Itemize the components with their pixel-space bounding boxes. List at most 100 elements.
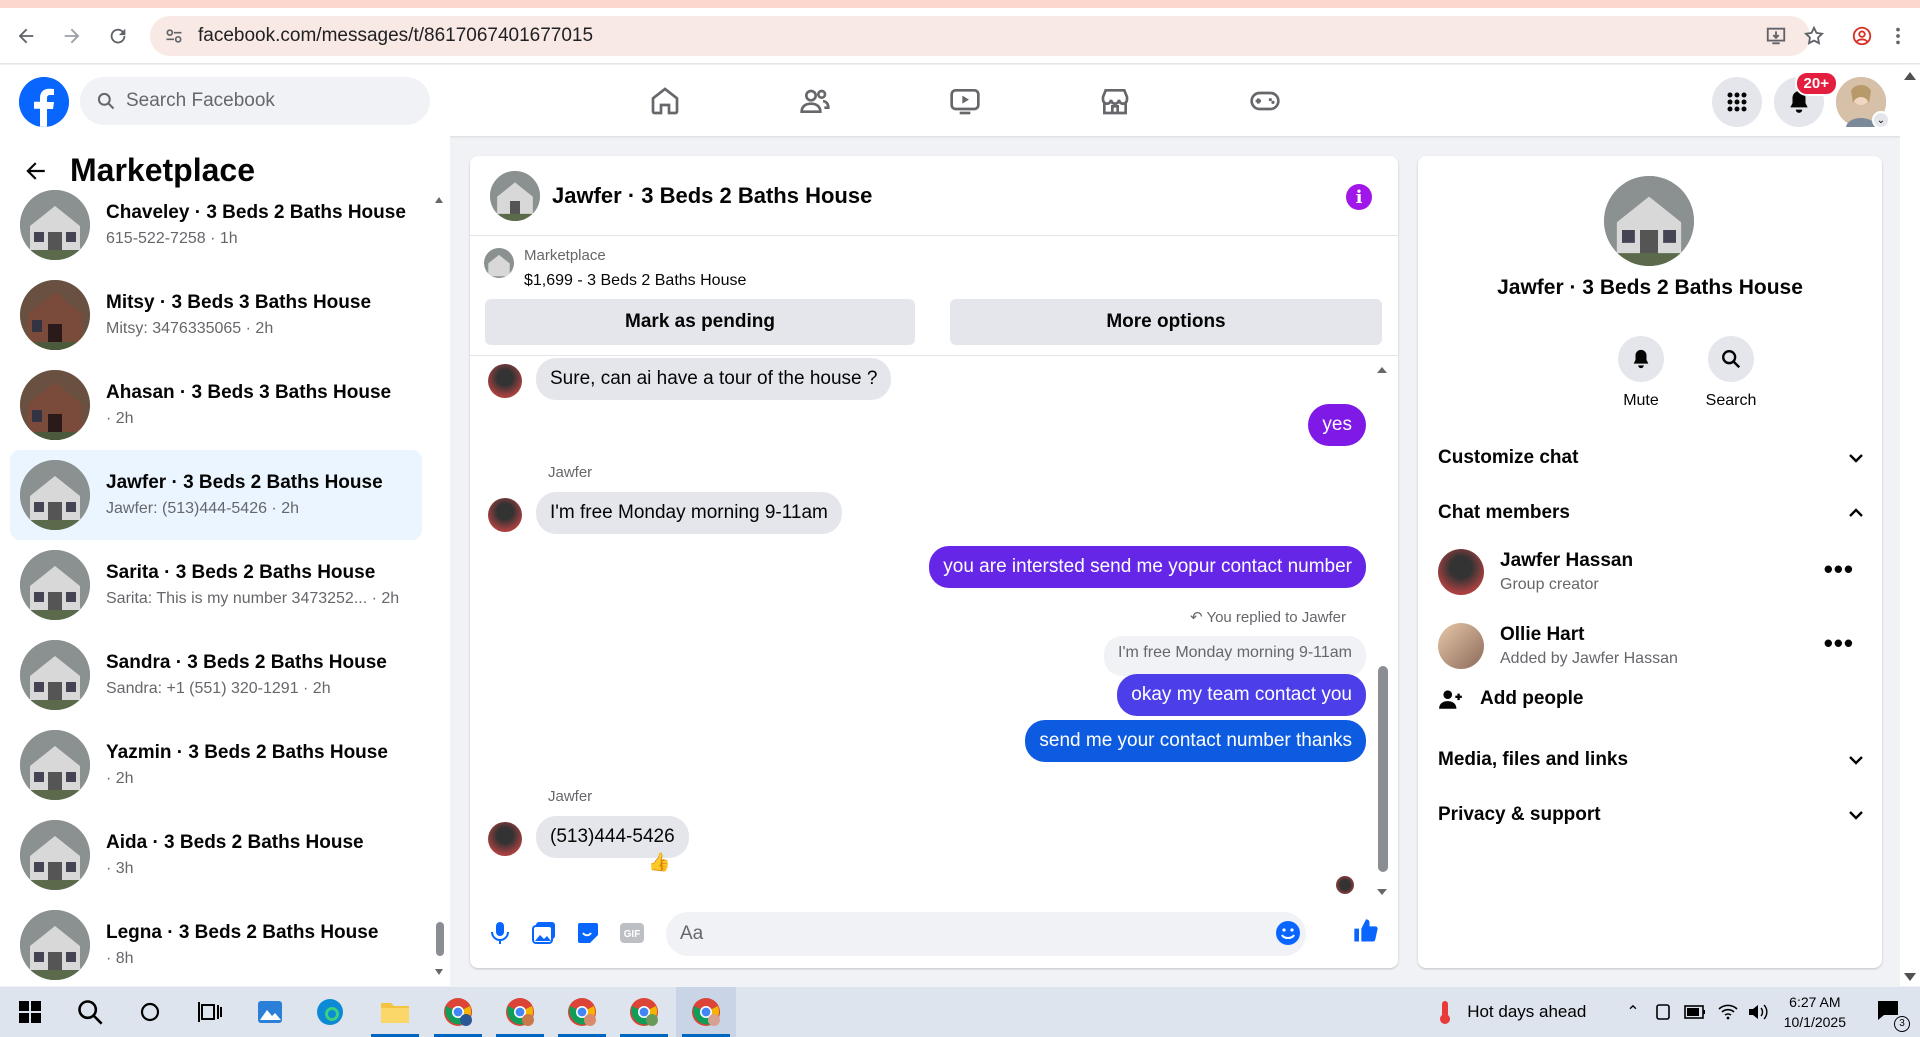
chat-members-section[interactable]: Chat members <box>1438 493 1864 533</box>
message-incoming: Sure, can ai have a tour of the house ? <box>536 358 892 400</box>
mute-label: Mute <box>1623 392 1659 409</box>
url-text: facebook.com/messages/t/8617067401677015 <box>198 25 594 46</box>
media-section[interactable]: Media, files and links <box>1438 740 1864 780</box>
forward-icon[interactable] <box>54 18 90 54</box>
install-icon[interactable] <box>1758 18 1794 54</box>
mark-pending-button[interactable]: Mark as pending <box>485 299 915 345</box>
scroll-down-icon[interactable] <box>434 968 444 976</box>
nav-home-icon[interactable] <box>590 65 740 136</box>
emoji-icon[interactable] <box>1274 919 1302 947</box>
facebook-search[interactable]: Search Facebook <box>80 77 430 125</box>
search-button[interactable]: Search <box>1691 336 1771 410</box>
photos-app-icon[interactable] <box>240 987 300 1037</box>
bookmark-star-icon[interactable] <box>1796 18 1832 54</box>
conversation-item[interactable]: Sarita · 3 Beds 2 Baths House Sarita: Thi… <box>10 540 422 630</box>
account-avatar[interactable]: ⌄ <box>1836 77 1890 129</box>
chrome-profile-icon[interactable] <box>490 987 550 1037</box>
task-view-icon[interactable] <box>180 987 240 1037</box>
gif-icon[interactable]: GIF <box>618 919 646 947</box>
taskbar-search-icon[interactable] <box>60 987 120 1037</box>
sender-name: Jawfer <box>548 788 593 805</box>
facebook-logo-icon[interactable] <box>19 77 69 127</box>
chrome-profile-icon[interactable] <box>614 987 674 1037</box>
reaction-thumbs-up[interactable]: 👍 <box>648 852 670 873</box>
conversation-item[interactable]: Ahasan · 3 Beds 3 Baths House · 2h <box>10 360 422 450</box>
member-name: Ollie Hart <box>1500 624 1585 645</box>
microphone-icon[interactable] <box>486 919 514 947</box>
clock[interactable]: 6:27 AM 10/1/2025 <box>1784 992 1846 1032</box>
wifi-icon[interactable] <box>1718 1004 1738 1020</box>
weather-text[interactable]: Hot days ahead <box>1467 1002 1586 1022</box>
menu-grid-icon[interactable] <box>1712 77 1762 127</box>
section-label: Chat members <box>1438 502 1570 523</box>
edge-browser-icon[interactable] <box>300 987 360 1037</box>
battery-icon[interactable] <box>1683 1005 1706 1019</box>
sticker-icon[interactable] <box>574 919 602 947</box>
nav-gaming-icon[interactable] <box>1190 65 1340 136</box>
chrome-profile-icon-active[interactable] <box>676 987 736 1037</box>
scroll-up-icon[interactable] <box>434 196 444 204</box>
device-icon[interactable] <box>1654 1003 1672 1021</box>
chevron-up-icon[interactable]: ⌃ <box>1626 1002 1639 1022</box>
notification-center-icon[interactable]: 3 <box>1876 999 1910 1032</box>
listing-price[interactable]: $1,699 - 3 Beds 2 Baths House <box>524 272 746 290</box>
notifications-button[interactable]: 20+ <box>1774 71 1838 127</box>
profile-icon[interactable] <box>1844 18 1880 54</box>
info-icon[interactable]: i <box>1346 184 1372 210</box>
conversation-item[interactable]: Aida · 3 Beds 2 Baths House · 3h <box>10 810 422 900</box>
chat-scrollbar[interactable] <box>1376 366 1388 896</box>
nav-marketplace-icon[interactable] <box>1040 65 1190 136</box>
page-scrollbar[interactable] <box>1900 65 1920 986</box>
message-input[interactable] <box>666 912 1306 956</box>
nav-friends-icon[interactable] <box>740 65 890 136</box>
mute-button[interactable]: Mute <box>1601 336 1681 410</box>
scroll-down-icon[interactable] <box>1376 888 1388 896</box>
customize-chat-section[interactable]: Customize chat <box>1438 438 1864 478</box>
scroll-up-icon[interactable] <box>1903 71 1917 81</box>
clock-time: 6:27 AM <box>1789 994 1841 1010</box>
cortana-icon[interactable] <box>120 987 180 1037</box>
chrome-profile-icon[interactable] <box>552 987 612 1037</box>
chrome-profile-icon[interactable] <box>428 987 488 1037</box>
browser-top-strip <box>0 0 1920 8</box>
conversation-item-active[interactable]: Jawfer · 3 Beds 2 Baths House Jawfer: (51… <box>10 450 422 540</box>
chat-avatar[interactable] <box>490 170 540 221</box>
windows-start-icon[interactable] <box>0 987 60 1037</box>
more-options-icon[interactable]: ••• <box>1824 554 1854 585</box>
member-row[interactable]: Jawfer Hassan Group creator ••• <box>1438 542 1864 602</box>
more-options-icon[interactable]: ••• <box>1824 628 1854 659</box>
more-options-button[interactable]: More options <box>950 299 1382 345</box>
member-row[interactable]: Ollie Hart Added by Jawfer Hassan ••• <box>1438 616 1864 676</box>
menu-dots-icon[interactable] <box>1880 18 1916 54</box>
conversation-preview: · 2h <box>106 410 134 427</box>
add-people-button[interactable]: Add people <box>1438 686 1583 712</box>
details-avatar[interactable] <box>1604 176 1694 266</box>
chat-title[interactable]: Jawfer · 3 Beds 2 Baths House <box>552 183 872 209</box>
message-incoming: I'm free Monday morning 9-11am <box>536 492 842 534</box>
message-outgoing: okay my team contact you <box>1117 674 1366 716</box>
member-role: Group creator <box>1500 576 1599 593</box>
message-outgoing: send me your contact number thanks <box>1025 720 1366 762</box>
back-icon[interactable] <box>8 18 44 54</box>
privacy-section[interactable]: Privacy & support <box>1438 795 1864 835</box>
conversation-item[interactable]: Chaveley · 3 Beds 2 Baths House 615-522-7… <box>10 180 422 270</box>
chat-pane: Jawfer · 3 Beds 2 Baths House i Marketpl… <box>470 156 1398 968</box>
scroll-thumb[interactable] <box>436 922 444 956</box>
scroll-down-icon[interactable] <box>1903 972 1917 982</box>
scroll-up-icon[interactable] <box>1376 366 1388 374</box>
like-icon[interactable] <box>1352 917 1380 945</box>
reload-icon[interactable] <box>100 18 136 54</box>
site-settings-icon[interactable] <box>164 26 184 46</box>
conversation-item[interactable]: Mitsy · 3 Beds 3 Baths House Mitsy: 34763… <box>10 270 422 360</box>
volume-icon[interactable] <box>1748 1004 1768 1020</box>
address-bar[interactable]: facebook.com/messages/t/8617067401677015 <box>150 16 1810 56</box>
photo-icon[interactable] <box>530 919 558 947</box>
file-explorer-icon[interactable] <box>365 987 425 1037</box>
scroll-thumb[interactable] <box>1378 666 1388 872</box>
nav-video-icon[interactable] <box>890 65 1040 136</box>
conversation-item[interactable]: Legna · 3 Beds 2 Baths House · 8h <box>10 900 422 990</box>
conversation-item[interactable]: Sandra · 3 Beds 2 Baths House Sandra: +1 … <box>10 630 422 720</box>
conversation-preview: · 8h <box>106 950 134 967</box>
conversation-item[interactable]: Yazmin · 3 Beds 2 Baths House · 2h <box>10 720 422 810</box>
sidebar-scrollbar[interactable] <box>434 196 444 976</box>
